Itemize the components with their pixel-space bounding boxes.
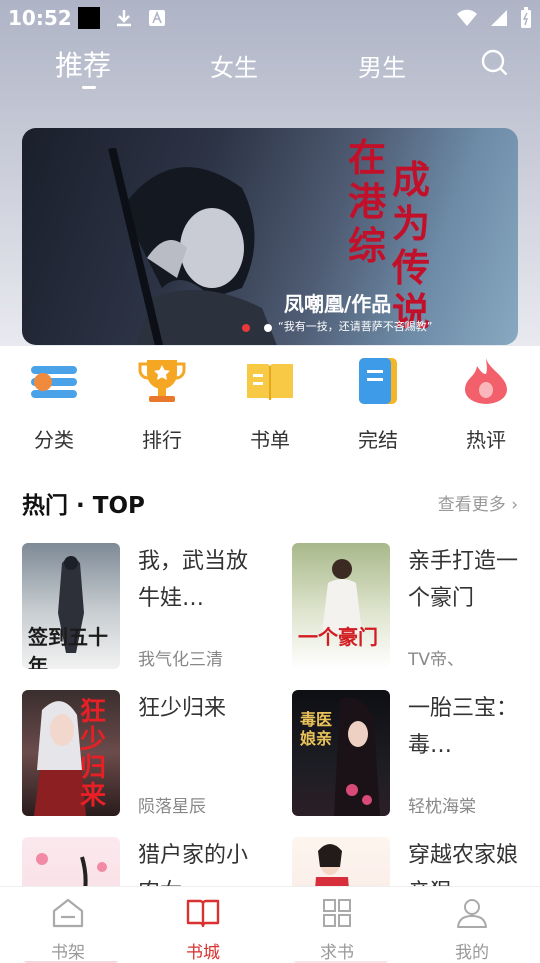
list-icon (31, 366, 77, 398)
user-icon (457, 899, 487, 928)
search-icon[interactable] (480, 48, 510, 78)
notification-icons (78, 7, 166, 29)
category-label: 分类 (34, 428, 74, 452)
bookshelf-icon (52, 898, 84, 928)
cover-text: 一个豪门 (298, 625, 378, 649)
banner-title-2: 成为传说 (392, 157, 431, 334)
wifi-icon (457, 9, 477, 26)
book-title: 我，武当放牛娃… (138, 549, 249, 611)
banner-character-illustration (108, 148, 277, 345)
category-completed[interactable]: 完结 (338, 356, 418, 453)
bottom-navigation: 书架 书城 求书 我的 (0, 886, 540, 963)
book-cover: 一个豪门 (292, 543, 390, 669)
banner-title-1: 在港综 (348, 135, 387, 268)
banner-dot[interactable] (264, 324, 272, 332)
chevron-right-icon: › (511, 495, 518, 515)
banner-slogan: “我有一技，还请菩萨不吝赐教” (278, 320, 433, 333)
category-row: 分类 排行 书单 完结 热评 (0, 356, 540, 456)
book-title: 一胎三宝：毒… (408, 696, 519, 758)
download-icon (117, 10, 131, 27)
nav-label: 书城 (186, 943, 220, 963)
banner-dot-active[interactable] (242, 324, 250, 332)
banner-pagination (242, 324, 272, 332)
see-more-link[interactable]: 查看更多 › (438, 490, 518, 515)
nav-label: 我的 (455, 943, 489, 963)
grid-icon (323, 899, 351, 927)
category-label: 书单 (250, 428, 290, 452)
tab-recommend[interactable]: 推荐 (55, 44, 111, 84)
cover-text: 狂少归来 (80, 697, 107, 811)
status-bar: 10:52 (0, 0, 540, 36)
promo-banner[interactable]: 在港综 成为传说 凤嘲凰/作品 “我有一技，还请菩萨不吝赐教” (22, 128, 518, 345)
nav-label: 求书 (320, 943, 354, 963)
book-card[interactable]: 签到五十年 我，武当放牛娃… 我气化三清 (22, 543, 252, 670)
tab-female[interactable]: 女生 (210, 48, 258, 83)
book-cover: 狂少归来 (22, 690, 120, 816)
category-booklist[interactable]: 书单 (230, 356, 310, 453)
top-tabs: 推荐 女生 男生 (0, 44, 540, 94)
book-card[interactable]: 毒医娘亲 一胎三宝：毒… 轻枕海棠 (292, 690, 522, 817)
category-label: 热评 (466, 428, 506, 452)
book-card[interactable]: 狂少归来 狂少归来 陨落星辰 (22, 690, 252, 817)
category-label: 排行 (142, 428, 182, 452)
signal-icon (491, 10, 507, 26)
trophy-icon (138, 360, 186, 402)
battery-icon (521, 7, 531, 28)
book-icon (186, 899, 220, 928)
flame-icon (465, 358, 507, 404)
category-hot-review[interactable]: 热评 (446, 356, 526, 453)
section-title-hot: 热门 · TOP (22, 493, 145, 519)
nav-label: 书架 (51, 943, 85, 963)
category-label: 完结 (358, 428, 398, 452)
tab-male[interactable]: 男生 (358, 48, 406, 83)
cover-figure (334, 697, 380, 816)
status-time: 10:52 (8, 6, 72, 30)
book-author: 轻枕海棠 (408, 797, 476, 817)
nav-bookstore[interactable]: 书城 (163, 897, 243, 963)
active-tab-indicator (82, 86, 96, 89)
system-icons (456, 7, 532, 29)
cover-text: 毒医娘亲 (300, 710, 333, 748)
cover-text: 签到五十年 (28, 625, 108, 669)
open-book-icon (247, 364, 293, 400)
category-classify[interactable]: 分类 (14, 356, 94, 453)
cover-figure (322, 559, 362, 633)
book-title: 亲手打造一个豪门 (408, 549, 519, 611)
book-card[interactable]: 一个豪门 亲手打造一个豪门 TV帝、 (292, 543, 522, 670)
book-cover: 签到五十年 (22, 543, 120, 669)
notebook-icon (359, 358, 397, 404)
book-author: 陨落星辰 (138, 797, 206, 817)
nav-request[interactable]: 求书 (297, 897, 377, 963)
see-more-label: 查看更多 (437, 495, 506, 515)
book-title: 狂少归来 (138, 696, 227, 721)
book-cover: 毒医娘亲 (292, 690, 390, 816)
app-notification-icon (78, 7, 100, 29)
category-ranking[interactable]: 排行 (122, 356, 202, 453)
nav-bookshelf[interactable]: 书架 (28, 897, 108, 963)
nav-mine[interactable]: 我的 (432, 897, 512, 963)
a-icon (149, 10, 165, 26)
book-author: 我气化三清 (138, 650, 223, 670)
book-author: TV帝、 (408, 650, 465, 670)
banner-author: 凤嘲凰/作品 (284, 292, 392, 316)
